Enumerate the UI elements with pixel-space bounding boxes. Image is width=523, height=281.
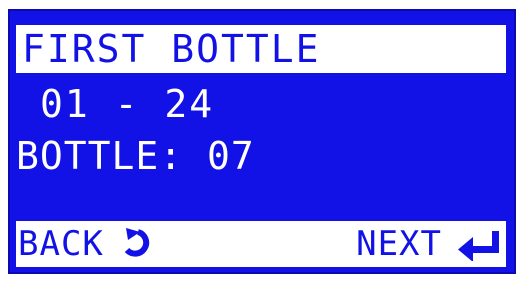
page-title: FIRST BOTTLE bbox=[22, 27, 321, 71]
back-button-label: BACK bbox=[18, 224, 104, 264]
bottle-range: 01 - 24 bbox=[40, 82, 215, 126]
lcd-screen: FIRST BOTTLE 01 - 24 BOTTLE: 07 BACK NEX… bbox=[8, 9, 516, 274]
undo-arrow-icon bbox=[118, 226, 152, 262]
next-button[interactable]: NEXT bbox=[356, 221, 502, 267]
title-bar: FIRST BOTTLE bbox=[16, 25, 506, 73]
enter-return-icon bbox=[456, 227, 502, 261]
back-button[interactable]: BACK bbox=[18, 221, 152, 267]
footer-bar: BACK NEXT bbox=[16, 221, 506, 267]
next-button-label: NEXT bbox=[356, 224, 442, 264]
bottle-value: BOTTLE: 07 bbox=[16, 134, 255, 178]
